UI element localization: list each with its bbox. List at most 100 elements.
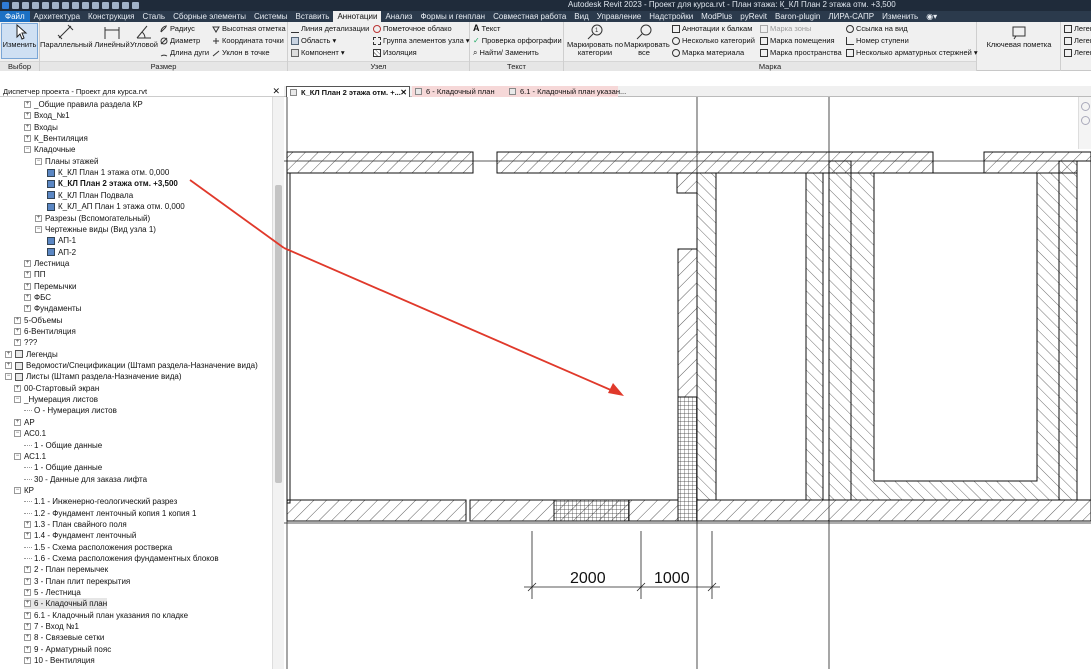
expand-icon[interactable]: +: [14, 384, 21, 392]
tab-2[interactable]: Сталь: [138, 11, 169, 22]
tree-item[interactable]: 30 - Данные для заказа лифта: [24, 474, 147, 485]
expand-icon[interactable]: +: [24, 566, 31, 574]
tree-item[interactable]: − Листы (Штамп раздела-Назначение вида): [5, 371, 182, 382]
text-icon[interactable]: [82, 2, 89, 9]
panel-tag-title[interactable]: Марка: [564, 61, 976, 71]
close-hidden-icon[interactable]: [112, 2, 119, 9]
steering-wheel-icon[interactable]: [1081, 102, 1090, 111]
tree-item[interactable]: + Фундаменты: [24, 303, 81, 314]
expand-icon[interactable]: +: [24, 271, 31, 279]
collapse-icon[interactable]: −: [14, 396, 21, 404]
tab-4[interactable]: Системы: [250, 11, 292, 22]
expand-icon[interactable]: +: [5, 350, 12, 358]
tree-item[interactable]: 1 - Общие данные: [24, 440, 102, 451]
spot-slope-button[interactable]: Уклон в точке: [212, 47, 270, 58]
revision-cloud-button[interactable]: Пометочное облако: [373, 23, 452, 34]
tree-item[interactable]: К_КЛ План 1 этажа отм. 0,000: [47, 167, 169, 178]
detail-line-button[interactable]: Линия детализации: [291, 23, 369, 34]
tab-10[interactable]: Вид: [570, 11, 592, 22]
collapse-icon[interactable]: −: [14, 452, 21, 460]
expand-icon[interactable]: +: [24, 259, 31, 267]
tab-5[interactable]: Вставить: [292, 11, 334, 22]
angular-dimension-button[interactable]: Угловой: [130, 24, 158, 49]
expand-icon[interactable]: +: [24, 293, 31, 301]
radius-button[interactable]: Радиус: [160, 23, 195, 34]
view-tab-kl-plan-2[interactable]: К_КЛ План 2 этажа отм. +... ✕: [286, 86, 410, 97]
diameter-button[interactable]: Диаметр: [160, 35, 200, 46]
expand-icon[interactable]: +: [14, 339, 21, 347]
region-button[interactable]: Область ▾: [291, 35, 336, 46]
tree-item[interactable]: +6-Вентиляция: [14, 326, 76, 337]
component-button[interactable]: Компонент ▾: [291, 47, 345, 58]
expand-icon[interactable]: +: [24, 623, 31, 631]
tree-item[interactable]: + АР: [14, 417, 35, 428]
spelling-button[interactable]: ✓ Проверка орфографии: [473, 35, 562, 46]
view-tab-sheet-6[interactable]: 6 - Кладочный план: [412, 86, 506, 97]
legend-button[interactable]: Леген: [1064, 35, 1091, 46]
tab-12[interactable]: Надстройки: [645, 11, 697, 22]
tree-item[interactable]: + Перемычки: [24, 281, 76, 292]
tree-item[interactable]: +6 - Кладочный план: [24, 598, 108, 610]
tree-item[interactable]: + _Общие правила раздела КР: [24, 99, 143, 110]
expand-icon[interactable]: +: [24, 135, 31, 143]
legend-button[interactable]: Леген: [1064, 47, 1091, 58]
expand-icon[interactable]: +: [24, 634, 31, 642]
collapse-icon[interactable]: −: [24, 146, 31, 154]
tree-item[interactable]: К_КЛ План Подвала: [47, 190, 133, 201]
tree-item[interactable]: 1.6 - Схема расположения фундаментных бл…: [24, 553, 219, 564]
zoom-icon[interactable]: [1081, 116, 1090, 125]
tree-item[interactable]: +1.3 - План свайного поля: [24, 519, 127, 530]
tree-item[interactable]: 1.5 - Схема расположения ростверка: [24, 542, 172, 553]
tree-item[interactable]: − АС1.1: [14, 451, 46, 462]
tree-item[interactable]: +5-Объемы: [14, 315, 62, 326]
tree-item[interactable]: +9 - Арматурный пояс: [24, 644, 111, 655]
tab-3[interactable]: Сборные элементы: [169, 11, 250, 22]
view-tab-sheet-6-1[interactable]: 6.1 - Кладочный план указан...: [506, 86, 626, 97]
expand-icon[interactable]: +: [24, 123, 31, 131]
drawing-canvas[interactable]: 2000 1000: [284, 97, 1091, 669]
tab-6[interactable]: Аннотации: [333, 11, 382, 22]
panel-text-title[interactable]: Текст: [470, 61, 563, 71]
tab-file[interactable]: Файл: [0, 11, 30, 22]
tree-item[interactable]: +1.4 - Фундамент ленточный: [24, 530, 136, 541]
multi-rebar-button[interactable]: Несколько арматурных стержней ▾: [846, 47, 978, 58]
close-icon[interactable]: ✕: [272, 86, 280, 97]
tree-item[interactable]: +8 - Связевые сетки: [24, 632, 104, 643]
tree-item[interactable]: − КР: [14, 485, 34, 496]
project-browser-scrollbar[interactable]: [272, 97, 284, 669]
collapse-icon[interactable]: −: [35, 225, 42, 233]
tree-item[interactable]: 1.2 - Фундамент ленточный копия 1 копия …: [24, 508, 196, 519]
arc-length-button[interactable]: Длина дуги: [160, 47, 209, 58]
scrollbar-thumb[interactable]: [275, 185, 282, 483]
panel-dimension-title[interactable]: Размер: [40, 61, 287, 71]
expand-icon[interactable]: +: [14, 316, 21, 324]
expand-icon[interactable]: +: [24, 532, 31, 540]
tree-item[interactable]: − АС0.1: [14, 428, 46, 439]
tree-item[interactable]: + ФБС: [24, 292, 51, 303]
expand-icon[interactable]: +: [24, 305, 31, 313]
expand-icon[interactable]: +: [24, 112, 31, 120]
expand-icon[interactable]: +: [24, 282, 31, 290]
tab-17[interactable]: Изменить: [878, 11, 922, 22]
tree-item[interactable]: +10 - Вентиляция: [24, 655, 95, 666]
tree-item[interactable]: +7 - Вход №1: [24, 621, 79, 632]
tab-11[interactable]: Управление: [593, 11, 645, 22]
tread-number-button[interactable]: Номер ступени: [846, 35, 909, 46]
tree-item[interactable]: − Планы этажей: [35, 156, 98, 167]
legend-button[interactable]: Леген: [1064, 23, 1091, 34]
expand-icon[interactable]: +: [14, 328, 21, 335]
tree-item[interactable]: +???: [14, 337, 37, 348]
tab-13[interactable]: ModPlus: [697, 11, 736, 22]
tree-item[interactable]: +5 - Лестница: [24, 587, 81, 598]
material-tag-button[interactable]: Марка материала: [672, 47, 744, 58]
panel-select-title[interactable]: Выбор: [0, 61, 39, 71]
collapse-icon[interactable]: −: [35, 157, 42, 165]
tree-item[interactable]: + Входы: [24, 122, 58, 133]
expand-icon[interactable]: +: [24, 657, 31, 665]
tab-0[interactable]: Архитектура: [30, 11, 84, 22]
insulation-button[interactable]: Изоляция: [373, 47, 417, 58]
tree-item[interactable]: 1.1 - Инженерно-геологический разрез: [24, 496, 177, 507]
sync-icon[interactable]: [32, 2, 39, 9]
collapse-icon[interactable]: −: [14, 430, 21, 438]
expand-icon[interactable]: +: [14, 418, 21, 426]
